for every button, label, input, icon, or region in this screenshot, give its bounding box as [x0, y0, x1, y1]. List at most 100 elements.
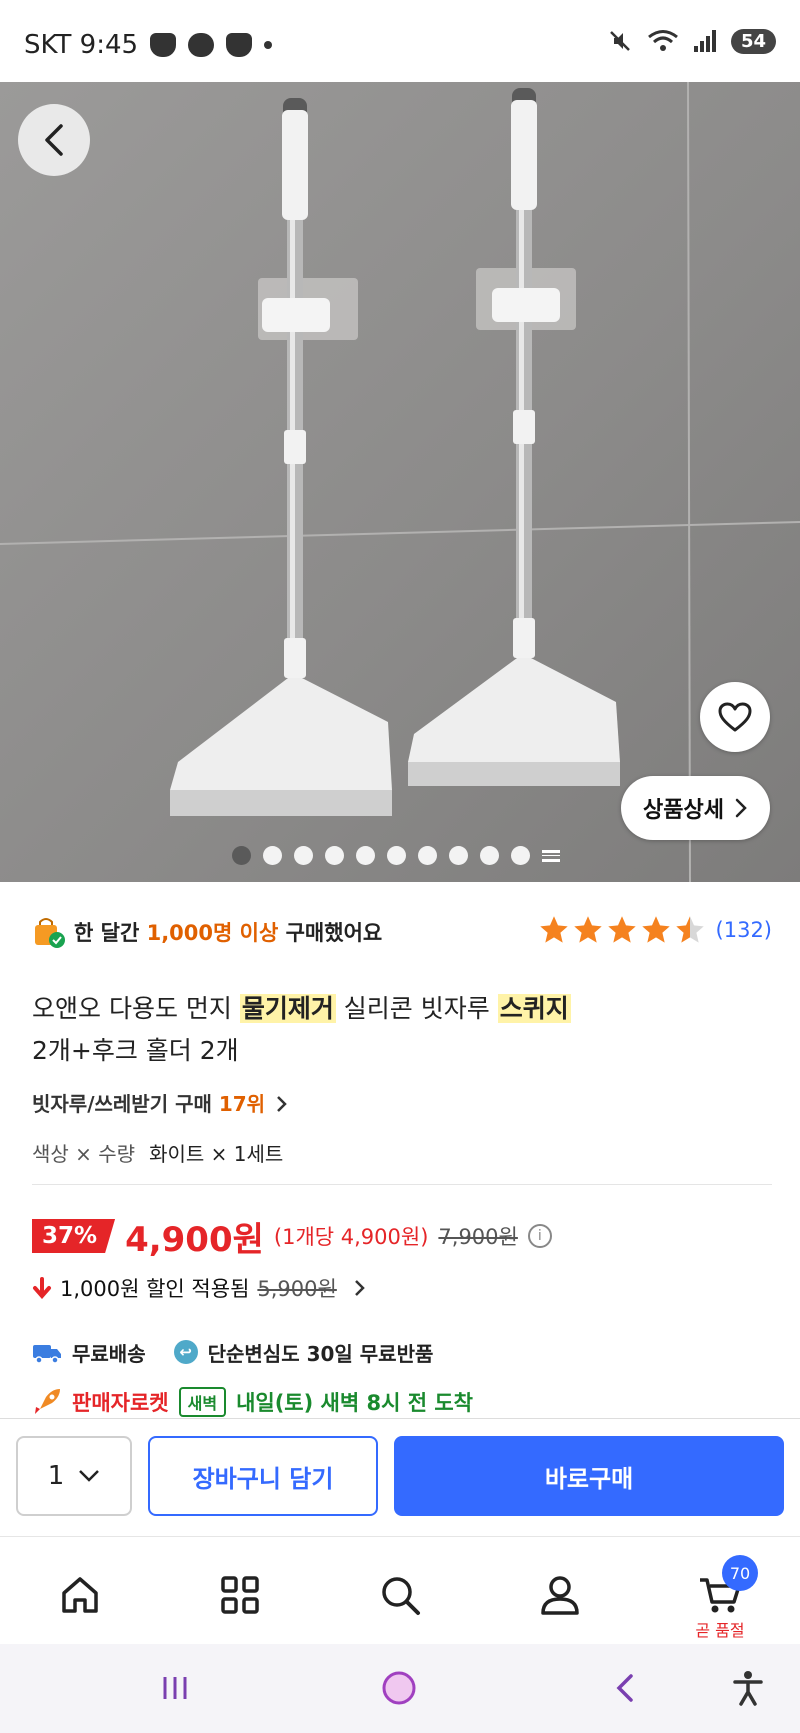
system-nav-bar: [0, 1644, 800, 1733]
nav-home[interactable]: [50, 1565, 110, 1625]
wifi-icon: [648, 30, 678, 51]
home-button[interactable]: [374, 1666, 424, 1710]
unit-price: (1개당 4,900원): [273, 1225, 429, 1249]
before-price: 5,900원: [257, 1277, 337, 1301]
title-text: 2개+후크 홀더 2개: [32, 1036, 239, 1065]
add-to-cart-button[interactable]: 장바구니 담기: [148, 1436, 378, 1516]
quantity-select[interactable]: 1: [16, 1436, 132, 1516]
dawn-badge: 새벽: [178, 1387, 227, 1417]
chevron-right-icon: [277, 1096, 287, 1112]
carousel-dot[interactable]: [294, 846, 313, 865]
carousel-dot[interactable]: [387, 846, 406, 865]
wishlist-button[interactable]: [700, 682, 770, 752]
product-image[interactable]: 상품상세: [0, 82, 800, 882]
recent-apps-icon: [163, 1677, 187, 1699]
product-detail-button[interactable]: 상품상세: [621, 776, 770, 840]
nav-categories[interactable]: [210, 1565, 270, 1625]
purchase-stat: 한 달간 1,000명 이상 구매했어요 (132): [32, 912, 772, 952]
option-label: 색상 × 수량: [32, 1142, 136, 1166]
cart-soldout-label: 곧 품절: [695, 1621, 745, 1640]
purchase-suffix: 구매했어요: [278, 921, 383, 945]
carousel-indicator[interactable]: [232, 846, 560, 865]
dot-icon: [264, 41, 273, 49]
seller-rocket-label: 판매자로켓: [72, 1391, 169, 1415]
carousel-dot[interactable]: [449, 846, 468, 865]
signal-icon: [693, 30, 716, 52]
carousel-dot[interactable]: [356, 846, 375, 865]
truck-icon: [33, 1345, 61, 1364]
rating-stars: [538, 914, 706, 946]
chevron-right-icon: [354, 1280, 365, 1296]
delivery-estimate: 내일(토) 새벽 8시 전 도착: [236, 1391, 473, 1415]
grid-icon: [221, 1576, 259, 1614]
purchase-highlight: 1,000명 이상: [146, 921, 279, 945]
carousel-more-icon[interactable]: [542, 849, 560, 862]
bottom-nav: 70 곧 품절: [0, 1536, 800, 1644]
shopping-bag-icon: [35, 918, 65, 948]
purchase-prefix: 한 달간: [74, 921, 147, 945]
product-title: 오앤오 다용도 먼지 물기제거 실리콘 빗자루 스퀴지 2개+후크 홀더 2개: [32, 988, 772, 1072]
buy-bar: 1 장바구니 담기 바로구매: [0, 1418, 800, 1536]
sale-price: 4,900원: [125, 1219, 264, 1260]
coffee-icon: [150, 33, 177, 57]
original-price: 7,900원: [438, 1225, 518, 1249]
product-photo: [0, 82, 800, 882]
chevron-left-icon: [45, 124, 63, 156]
back-nav-button[interactable]: [600, 1666, 650, 1710]
chat-icon: [188, 33, 215, 57]
free-shipping: 무료배송: [72, 1341, 146, 1366]
nav-my-page[interactable]: [530, 1565, 590, 1625]
back-arrow-icon: [616, 1674, 633, 1702]
product-detail-label: 상품상세: [643, 798, 724, 823]
carousel-dot[interactable]: [263, 846, 282, 865]
discount-rate-badge: 37%: [32, 1219, 116, 1253]
rocket-icon: [35, 1389, 60, 1414]
heart-icon: [718, 702, 752, 732]
chevron-right-icon: [735, 798, 747, 818]
divider: [32, 1184, 772, 1185]
battery-indicator: 54: [730, 28, 776, 54]
star-icon: [641, 916, 670, 943]
star-icon: [675, 916, 704, 943]
carrier-time: SKT 9:45: [24, 30, 139, 60]
review-count[interactable]: (132): [716, 918, 772, 942]
rating[interactable]: (132): [538, 914, 772, 946]
accessibility-button[interactable]: [726, 1666, 770, 1710]
rocket-delivery: 판매자로켓 새벽 내일(토) 새벽 8시 전 도착: [32, 1382, 473, 1422]
carousel-dot[interactable]: [511, 846, 530, 865]
star-icon: [573, 916, 602, 943]
title-keyword: 스퀴지: [497, 994, 571, 1023]
cart-count-badge: 70: [722, 1555, 758, 1591]
star-icon: [607, 916, 636, 943]
home-icon: [62, 1577, 98, 1613]
category-rank[interactable]: 빗자루/쓰레받기 구매 17위: [32, 1088, 288, 1117]
star-icon: [539, 916, 568, 943]
discount-applied[interactable]: 1,000원 할인 적용됨 5,900원: [32, 1268, 367, 1308]
nav-cart[interactable]: 70 곧 품절: [690, 1555, 758, 1640]
option-value: 화이트 × 1세트: [149, 1142, 284, 1166]
recent-apps-button[interactable]: [150, 1666, 200, 1710]
shipping-info: 무료배송 ↩ 단순변심도 30일 무료반품: [32, 1332, 433, 1372]
title-keyword: 물기제거: [239, 994, 336, 1023]
arrow-down-icon: [33, 1277, 51, 1299]
free-return: 단순변심도 30일 무료반품: [207, 1341, 434, 1366]
title-text: 오앤오 다용도 먼지: [32, 994, 240, 1023]
mute-icon: [610, 31, 630, 51]
back-button[interactable]: [18, 104, 90, 176]
accessibility-icon: [733, 1671, 763, 1706]
search-icon: [382, 1577, 420, 1615]
quantity-value: 1: [47, 1461, 65, 1491]
carousel-dot[interactable]: [232, 846, 251, 865]
nav-search[interactable]: [370, 1565, 430, 1625]
user-icon: [541, 1576, 579, 1615]
carousel-dot[interactable]: [418, 846, 437, 865]
price-row: 37% 4,900원 (1개당 4,900원) 7,900원 i: [32, 1212, 552, 1260]
carousel-dot[interactable]: [325, 846, 344, 865]
rank-category: 빗자루/쓰레받기 구매: [32, 1092, 219, 1116]
carousel-dot[interactable]: [480, 846, 499, 865]
coffee-icon: [226, 33, 253, 57]
info-icon[interactable]: i: [527, 1224, 552, 1248]
buy-now-button[interactable]: 바로구매: [394, 1436, 784, 1516]
status-bar: SKT 9:45 54: [0, 0, 800, 82]
option-summary[interactable]: 색상 × 수량 화이트 × 1세트: [32, 1138, 283, 1167]
